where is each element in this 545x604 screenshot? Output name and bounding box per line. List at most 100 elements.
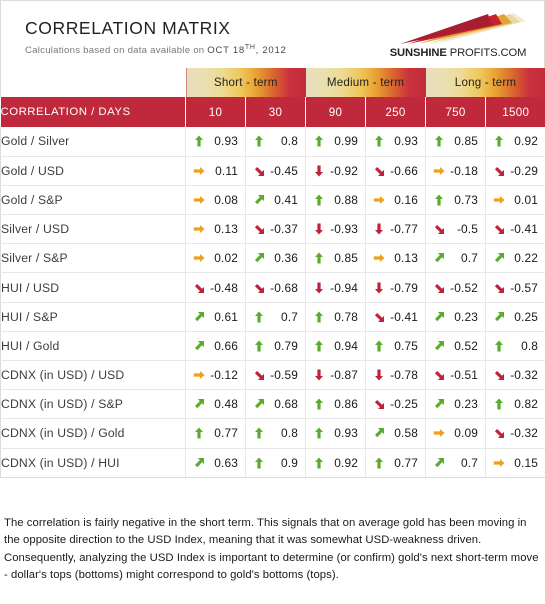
correlation-cell[interactable]: 0.92	[305, 448, 367, 478]
correlation-cell[interactable]: 0.63	[185, 448, 246, 478]
correlation-cell[interactable]: -0.25	[365, 389, 427, 420]
correlation-cell[interactable]: -0.77	[365, 214, 427, 245]
correlation-value: 0.13	[214, 222, 238, 237]
correlation-cell[interactable]: 0.85	[305, 243, 367, 274]
correlation-cell[interactable]: -0.93	[305, 214, 367, 245]
correlation-cell[interactable]: 0.94	[305, 331, 367, 362]
correlation-value: 0.48	[214, 397, 238, 412]
column-header-10-days[interactable]: 10	[185, 97, 246, 127]
correlation-cell[interactable]: 0.25	[485, 302, 545, 332]
cell-content: 0.79	[246, 332, 305, 360]
sunshine-profits-logo[interactable]: SUNSHINE PROFITS.COM	[388, 11, 528, 59]
cell-content: 0.7	[426, 244, 485, 272]
correlation-cell[interactable]: 0.77	[365, 448, 427, 478]
table-row: HUI / Gold 0.66 0.79 0.94 0.75 0.52 0.8	[0, 331, 545, 362]
correlation-cell[interactable]: -0.68	[245, 272, 307, 303]
correlation-cell[interactable]: 0.13	[365, 243, 427, 274]
correlation-cell[interactable]: 0.77	[185, 418, 246, 449]
correlation-cell[interactable]: 0.16	[365, 185, 427, 216]
correlation-cell[interactable]: 0.8	[485, 331, 545, 362]
correlation-cell[interactable]: 0.13	[185, 214, 246, 245]
correlation-cell[interactable]: -0.87	[305, 360, 367, 391]
correlation-cell[interactable]: 0.61	[185, 302, 246, 332]
correlation-cell[interactable]: 0.79	[245, 331, 307, 362]
correlation-cell[interactable]: -0.51	[425, 360, 487, 391]
correlation-cell[interactable]: -0.41	[365, 302, 427, 332]
correlation-cell[interactable]: -0.57	[485, 272, 545, 303]
cell-content: 0.25	[486, 303, 545, 331]
correlation-cell[interactable]: 0.23	[425, 389, 487, 420]
correlation-cell[interactable]: -0.5	[425, 214, 487, 245]
column-header-1500-days[interactable]: 1500	[485, 97, 545, 127]
correlation-cell[interactable]: 0.68	[245, 389, 307, 420]
up-arrow-icon	[252, 339, 265, 352]
column-header-30-days[interactable]: 30	[245, 97, 307, 127]
correlation-cell[interactable]: 0.09	[425, 418, 487, 449]
correlation-cell[interactable]: 0.8	[245, 127, 307, 157]
correlation-cell[interactable]: 0.11	[185, 156, 246, 186]
correlation-cell[interactable]: 0.15	[485, 448, 545, 478]
column-header-250-days[interactable]: 250	[365, 97, 427, 127]
correlation-cell[interactable]: -0.79	[365, 272, 427, 303]
correlation-cell[interactable]: 0.88	[305, 185, 367, 216]
correlation-cell[interactable]: -0.45	[245, 156, 307, 186]
up-right-arrow-icon	[192, 398, 205, 411]
correlation-cell[interactable]: -0.29	[485, 156, 545, 186]
correlation-cell[interactable]: 0.52	[425, 331, 487, 362]
cell-content: -0.32	[486, 361, 545, 389]
correlation-cell[interactable]: 0.99	[305, 127, 367, 157]
correlation-value: 0.15	[514, 455, 539, 470]
correlation-cell[interactable]: 0.93	[365, 127, 427, 157]
correlation-cell[interactable]: 0.23	[425, 302, 487, 332]
correlation-cell[interactable]: 0.36	[245, 243, 307, 274]
correlation-cell[interactable]: -0.52	[425, 272, 487, 303]
correlation-cell[interactable]: 0.8	[245, 418, 307, 449]
correlation-cell[interactable]: 0.22	[485, 243, 545, 274]
correlation-cell[interactable]: -0.48	[185, 272, 246, 303]
table-row: HUI / USD -0.48 -0.68 -0.94 -0.79 -0.52 -0.57	[0, 272, 545, 303]
correlation-cell[interactable]: 0.9	[245, 448, 307, 478]
right-arrow-icon	[432, 427, 445, 440]
correlation-cell[interactable]: 0.08	[185, 185, 246, 216]
correlation-cell[interactable]: 0.82	[485, 389, 545, 420]
down-right-arrow-icon	[432, 369, 445, 382]
correlation-cell[interactable]: 0.78	[305, 302, 367, 332]
correlation-cell[interactable]: -0.94	[305, 272, 367, 303]
correlation-cell[interactable]: -0.78	[365, 360, 427, 391]
cell-content: -0.32	[486, 419, 545, 447]
correlation-cell[interactable]: -0.32	[485, 360, 545, 391]
correlation-cell[interactable]: 0.85	[425, 127, 487, 157]
correlation-cell[interactable]: 0.7	[425, 448, 487, 478]
correlation-cell[interactable]: -0.41	[485, 214, 545, 245]
correlation-value: 0.92	[514, 134, 539, 149]
correlation-cell[interactable]: 0.75	[365, 331, 427, 362]
column-header-750-days[interactable]: 750	[425, 97, 487, 127]
correlation-cell[interactable]: 0.7	[425, 243, 487, 274]
correlation-cell[interactable]: 0.86	[305, 389, 367, 420]
correlation-cell[interactable]: 0.01	[485, 185, 545, 216]
cell-content: 0.73	[426, 186, 485, 214]
correlation-cell[interactable]: 0.7	[245, 302, 307, 332]
correlation-cell[interactable]: -0.59	[245, 360, 307, 391]
right-arrow-icon	[192, 252, 205, 265]
correlation-cell[interactable]: 0.66	[185, 331, 246, 362]
correlation-cell[interactable]: -0.18	[425, 156, 487, 186]
correlation-cell[interactable]: -0.66	[365, 156, 427, 186]
down-arrow-icon	[312, 369, 325, 382]
correlation-cell[interactable]: 0.93	[305, 418, 367, 449]
correlation-cell[interactable]: -0.12	[185, 360, 246, 391]
correlation-cell[interactable]: 0.48	[185, 389, 246, 420]
correlation-cell[interactable]: -0.92	[305, 156, 367, 186]
correlation-cell[interactable]: -0.32	[485, 418, 545, 449]
correlation-cell[interactable]: 0.41	[245, 185, 307, 216]
correlation-cell[interactable]: 0.58	[365, 418, 427, 449]
correlation-cell[interactable]: 0.73	[425, 185, 487, 216]
correlation-cell[interactable]: 0.02	[185, 243, 246, 274]
correlation-cell[interactable]: -0.37	[245, 214, 307, 245]
correlation-cell[interactable]: 0.92	[485, 127, 545, 157]
column-header-90-days[interactable]: 90	[305, 97, 367, 127]
correlation-value: -0.48	[210, 280, 238, 295]
row-label: HUI / Gold	[0, 331, 186, 362]
correlation-cell[interactable]: 0.93	[185, 127, 246, 157]
up-right-arrow-icon	[432, 456, 445, 469]
